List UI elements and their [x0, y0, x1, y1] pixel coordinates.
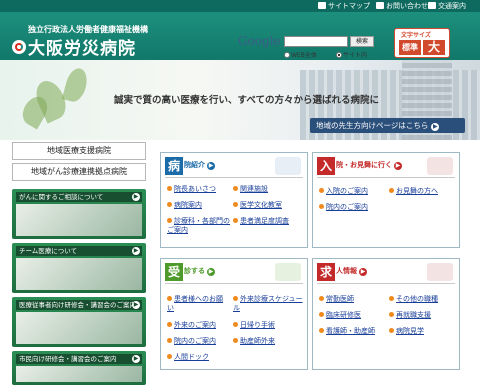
- arrow-icon: ▶: [207, 268, 215, 276]
- recruit-heading[interactable]: 求人情報 ▶: [317, 263, 367, 283]
- recruit-box: 求人情報 ▶ 常勤医師 その他の職種 臨床研修医 再就職支援 看護師・助産師 病院…: [312, 258, 460, 370]
- team-photo: [16, 258, 142, 290]
- font-size-label: 文字サイズ: [401, 32, 431, 39]
- link-inpatient-guide[interactable]: 院内のご案内: [167, 337, 216, 346]
- radio-site[interactable]: サイト内: [336, 50, 367, 59]
- arrow-icon: ▶: [394, 162, 402, 170]
- site-search: Google 検索 WEB全体 サイト内: [238, 24, 388, 60]
- link-visitors[interactable]: お見舞の方へ: [389, 187, 438, 196]
- arrow-icon: ▶: [431, 123, 440, 131]
- doctor-page-link[interactable]: 地域の先生方向けページはこちら ▶: [310, 118, 465, 133]
- link-residents[interactable]: 臨床研修医: [319, 311, 361, 320]
- link-tour[interactable]: 病院見学: [389, 327, 424, 336]
- sitemap-icon: [318, 2, 326, 9]
- hospital-info-heading[interactable]: 病院紹介 ▶: [165, 157, 215, 177]
- train-icon: [428, 2, 436, 9]
- utility-bar: サイトマップ お問い合わせ 交通案内: [0, 0, 480, 12]
- bed-illustration: [427, 157, 453, 175]
- public-training-button[interactable]: 市民向け研修会・講習会のご案内 ▶: [12, 351, 146, 385]
- hospital-illustration: [275, 157, 301, 175]
- team-medicine-button[interactable]: チーム医療について ▶: [12, 243, 146, 293]
- hospital-info-box: 病院紹介 ▶ 院長あいさつ 関連施設 病院案内 医学文化教室 診療科・各部門のご案…: [160, 152, 308, 248]
- link-outpatient-guide[interactable]: 外来のご案内: [167, 321, 216, 330]
- contact-link[interactable]: お問い合わせ: [376, 1, 428, 11]
- training-photo: [16, 312, 142, 344]
- access-link[interactable]: 交通案内: [428, 1, 466, 11]
- link-day-surgery[interactable]: 日帰り手術: [233, 321, 275, 330]
- google-logo: Google: [238, 34, 281, 48]
- link-survey[interactable]: 患者満足度調査: [233, 217, 289, 226]
- radio-selected-icon: [336, 52, 342, 58]
- stethoscope-illustration: [275, 263, 301, 281]
- admission-box: 入院・お見舞に行く ▶ 入院のご案内 お見舞の方へ 院内のご案内: [312, 152, 460, 248]
- link-director[interactable]: 院長あいさつ: [167, 185, 216, 194]
- link-facilities[interactable]: 関連施設: [233, 185, 268, 194]
- outpatient-heading[interactable]: 受診する ▶: [165, 263, 215, 283]
- font-large-button[interactable]: 大: [423, 40, 445, 55]
- search-input[interactable]: [284, 36, 348, 47]
- radio-icon: [284, 52, 290, 58]
- link-midwife[interactable]: 助産師外来: [233, 337, 275, 346]
- link-admission[interactable]: 入院のご案内: [319, 187, 368, 196]
- search-button[interactable]: 検索: [350, 36, 374, 47]
- arrow-icon: ▶: [359, 268, 367, 276]
- link-reemployment[interactable]: 再就職支援: [389, 311, 431, 320]
- sitemap-link[interactable]: サイトマップ: [318, 1, 370, 11]
- staff-illustration: [427, 263, 453, 281]
- public-photo: [16, 366, 142, 382]
- mail-icon: [376, 2, 384, 9]
- arrow-icon: ▶: [132, 355, 140, 363]
- link-doctors[interactable]: 常勤医師: [319, 295, 354, 304]
- staff-training-button[interactable]: 医療従事者向け研修会・講習会のご案内 ▶: [12, 297, 146, 347]
- arrow-icon: ▶: [132, 301, 140, 309]
- font-size-switcher: 文字サイズ 標準 大: [394, 28, 450, 58]
- logo-icon[interactable]: [12, 40, 26, 54]
- link-nurses[interactable]: 看護師・助産師: [319, 327, 375, 336]
- link-departments[interactable]: 診療科・各部門のご案内: [167, 217, 231, 235]
- link-floor-guide[interactable]: 院内のご案内: [319, 203, 368, 212]
- cancer-hub-hospital[interactable]: 地域がん診療連携拠点病院: [12, 163, 146, 181]
- hospital-name[interactable]: 大阪労災病院: [28, 34, 136, 59]
- radio-web[interactable]: WEB全体: [284, 50, 317, 59]
- font-standard-button[interactable]: 標準: [399, 40, 421, 55]
- outpatient-box: 受診する ▶ 患者様へのお願い 外来診療スケジュール 外来のご案内 日帰り手術 院…: [160, 258, 308, 370]
- regional-support-hospital[interactable]: 地域医療支援病院: [12, 142, 146, 160]
- admission-heading[interactable]: 入院・お見舞に行く ▶: [317, 157, 402, 177]
- link-other-jobs[interactable]: その他の職種: [389, 295, 438, 304]
- arrow-icon: ▶: [207, 162, 215, 170]
- link-guide[interactable]: 病院案内: [167, 201, 202, 210]
- link-requests[interactable]: 患者様へのお願い: [167, 295, 229, 313]
- arrow-icon: ▶: [132, 193, 140, 201]
- site-header: 独立行政法人労働者健康福祉機構 大阪労災病院 Google 検索 WEB全体 サ…: [0, 12, 480, 60]
- consult-photo: [16, 204, 142, 236]
- arrow-icon: ▶: [132, 247, 140, 255]
- link-culture[interactable]: 医学文化教室: [233, 201, 282, 210]
- link-checkup[interactable]: 人間ドック: [167, 353, 209, 362]
- leaf-decoration: [61, 65, 91, 105]
- cancer-consult-button[interactable]: がんに関するご相談について ▶: [12, 189, 146, 239]
- link-schedule[interactable]: 外来診療スケジュール: [233, 295, 305, 313]
- hero-tagline: 誠実で質の高い医療を行い、すべての方々から選ばれる病院に: [114, 95, 379, 106]
